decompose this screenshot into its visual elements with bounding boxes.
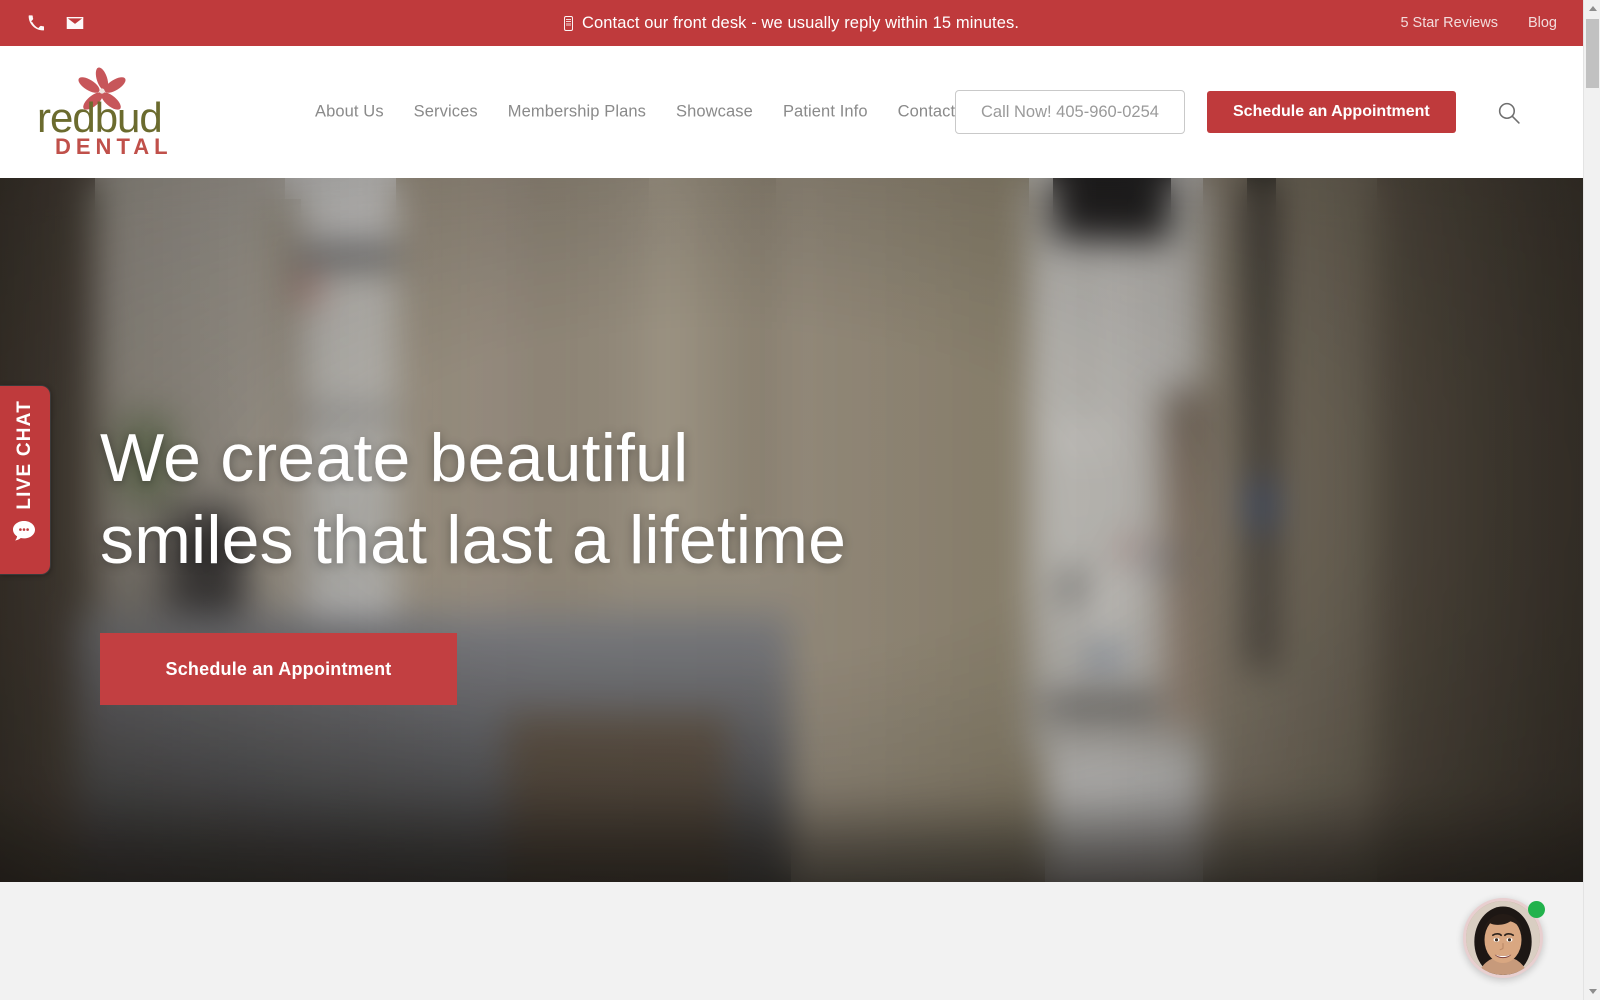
search-icon[interactable]	[1493, 97, 1523, 127]
topbar-message: Contact our front desk - we usually repl…	[0, 14, 1583, 33]
nav-item-services[interactable]: Services	[399, 97, 493, 128]
live-chat-tab[interactable]: LIVE CHAT	[0, 385, 51, 575]
logo-redbud-dental[interactable]: redbud DENTAL	[25, 64, 185, 160]
top-utility-bar: Contact our front desk - we usually repl…	[0, 0, 1583, 46]
hero-heading: We create beautiful smiles that last a l…	[100, 418, 846, 581]
schedule-appointment-hero-button[interactable]: Schedule an Appointment	[100, 633, 457, 706]
nav-item-showcase[interactable]: Showcase	[661, 97, 768, 128]
topbar-link-blog[interactable]: Blog	[1528, 15, 1557, 31]
mobile-phone-icon	[563, 15, 573, 31]
page-scrollbar[interactable]	[1583, 0, 1600, 1000]
below-hero-strip	[0, 882, 1583, 1000]
topbar-links: 5 Star Reviews Blog	[1400, 15, 1557, 31]
hero-content: We create beautiful smiles that last a l…	[100, 418, 846, 706]
nav-item-membership-plans[interactable]: Membership Plans	[493, 97, 661, 128]
scroll-down-arrow[interactable]	[1584, 983, 1600, 1000]
chat-bubble-icon	[12, 520, 38, 542]
site-header: redbud DENTAL About Us Services Membersh…	[0, 46, 1583, 178]
call-now-button[interactable]: Call Now! 405-960-0254	[955, 90, 1185, 134]
browser-page: Contact our front desk - we usually repl…	[0, 0, 1600, 1000]
nav-item-patient-info[interactable]: Patient Info	[768, 97, 883, 128]
hero-section: We create beautiful smiles that last a l…	[0, 178, 1583, 882]
scroll-up-arrow[interactable]	[1584, 0, 1600, 17]
topbar-message-text: Contact our front desk - we usually repl…	[581, 13, 1020, 32]
hero-heading-line-1: We create beautiful	[100, 420, 689, 496]
topbar-link-5-star-reviews[interactable]: 5 Star Reviews	[1400, 15, 1498, 31]
svg-text:DENTAL: DENTAL	[55, 134, 173, 159]
hero-heading-line-2: smiles that last a lifetime	[100, 501, 847, 578]
nav-item-about-us[interactable]: About Us	[300, 97, 399, 128]
page-viewport: Contact our front desk - we usually repl…	[0, 0, 1583, 1000]
scrollbar-thumb[interactable]	[1586, 19, 1599, 88]
main-navigation: About Us Services Membership Plans Showc…	[300, 97, 970, 128]
schedule-appointment-header-button[interactable]: Schedule an Appointment	[1207, 91, 1456, 133]
live-chat-label: LIVE CHAT	[14, 400, 35, 510]
chat-online-status-dot	[1528, 901, 1545, 918]
